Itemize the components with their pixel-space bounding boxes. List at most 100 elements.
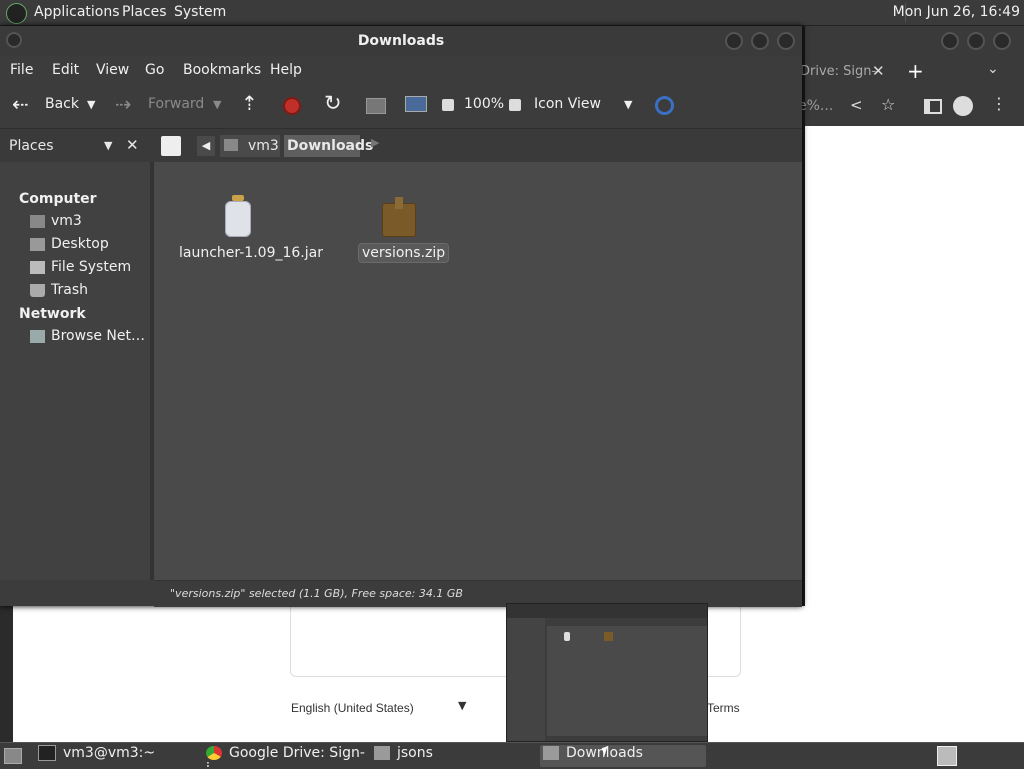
browser-maximize-button[interactable] bbox=[967, 32, 985, 50]
view-mode-select[interactable]: Icon View bbox=[534, 96, 601, 112]
edit-location-icon[interactable] bbox=[161, 136, 181, 156]
reload-icon[interactable]: ↻ bbox=[324, 91, 342, 115]
sidebar-item-vm3[interactable]: vm3 bbox=[30, 213, 82, 233]
menu-edit[interactable]: Edit bbox=[52, 62, 79, 78]
language-selector[interactable]: English (United States) bbox=[291, 701, 414, 715]
zoom-level: 100% bbox=[464, 96, 505, 112]
distro-logo-icon[interactable] bbox=[6, 3, 27, 24]
browser-left-edge bbox=[0, 606, 13, 742]
side-panel-icon[interactable] bbox=[924, 99, 942, 114]
browser-minimize-button[interactable] bbox=[941, 32, 959, 50]
tab-close-icon[interactable]: ✕ bbox=[872, 62, 885, 80]
sidebar-item-trash[interactable]: Trash bbox=[30, 282, 88, 302]
thumbnail-sidebar bbox=[507, 618, 545, 741]
workspace-switcher[interactable] bbox=[937, 746, 957, 766]
terminal-icon bbox=[38, 745, 56, 761]
address-bar-fragment[interactable]: e%... bbox=[798, 98, 833, 114]
stop-icon[interactable] bbox=[283, 97, 301, 115]
sidebar-selector-chevron-down-icon: ▼ bbox=[104, 139, 113, 152]
window-titlebar[interactable]: Downloads bbox=[0, 26, 802, 56]
top-panel: Applications Places System Mon Jun 26, 1… bbox=[0, 0, 1024, 26]
task-browser[interactable]: Google Drive: Sign-i… bbox=[206, 745, 368, 767]
tab-list-chevron-down-icon[interactable]: ⌄ bbox=[987, 61, 999, 77]
task-terminal[interactable]: vm3@vm3:~ bbox=[38, 745, 198, 767]
places-menu[interactable]: Places bbox=[122, 4, 167, 20]
window-menu-icon[interactable] bbox=[6, 32, 22, 48]
window-preview-thumbnail[interactable] bbox=[506, 603, 708, 742]
breadcrumb-right-arrow-icon[interactable]: ▶ bbox=[371, 136, 379, 149]
share-icon[interactable]: < bbox=[850, 96, 863, 114]
forward-history-chevron-down-icon[interactable]: ▼ bbox=[213, 98, 221, 111]
browser-menu-icon[interactable]: ⋮ bbox=[991, 94, 1007, 113]
back-button[interactable]: Back bbox=[45, 96, 79, 112]
menu-go[interactable]: Go bbox=[145, 62, 164, 78]
browser-close-button[interactable] bbox=[993, 32, 1011, 50]
show-desktop-icon[interactable] bbox=[4, 748, 22, 764]
clock[interactable]: Mon Jun 26, 16:49 bbox=[893, 4, 1020, 20]
breadcrumb-label: vm3 bbox=[248, 138, 279, 154]
browser-window: Drive: Sign- ✕ + ⌄ e%... < ☆ ⋮ bbox=[798, 26, 1024, 742]
bookmark-star-icon[interactable]: ☆ bbox=[881, 95, 895, 114]
applications-menu[interactable]: Applications bbox=[34, 4, 120, 20]
thumbnail-toolbar bbox=[507, 604, 707, 618]
menu-bookmarks[interactable]: Bookmarks bbox=[183, 62, 261, 78]
file-view[interactable]: launcher-1.09_16.jar versions.zip bbox=[154, 162, 802, 580]
sidebar-selector[interactable]: Places ▼ ✕ bbox=[6, 135, 146, 157]
breadcrumb-left-arrow-icon[interactable]: ◀ bbox=[197, 136, 215, 156]
file-name: versions.zip bbox=[357, 243, 450, 263]
menu-view[interactable]: View bbox=[96, 62, 129, 78]
sidebar-item-desktop[interactable]: Desktop bbox=[30, 236, 109, 256]
file-manager-window: Downloads File Edit View Go Bookmarks He… bbox=[0, 26, 802, 607]
task-downloads[interactable]: Downloads bbox=[540, 745, 706, 767]
status-text: "versions.zip" selected (1.1 GB), Free s… bbox=[170, 587, 463, 600]
menu-help[interactable]: Help bbox=[270, 62, 302, 78]
sidebar-header-network: Network bbox=[19, 306, 86, 322]
minimize-button[interactable] bbox=[725, 32, 743, 50]
breadcrumb-downloads[interactable]: Downloads bbox=[284, 135, 373, 157]
home-folder-icon[interactable] bbox=[366, 98, 386, 114]
maximize-button[interactable] bbox=[751, 32, 769, 50]
sidebar-item-file-system[interactable]: File System bbox=[30, 259, 131, 279]
close-button[interactable] bbox=[777, 32, 795, 50]
search-icon[interactable] bbox=[655, 96, 674, 115]
places-sidebar: Computer vm3 Desktop File System Trash N… bbox=[0, 162, 154, 580]
browser-tab-title[interactable]: Drive: Sign- bbox=[800, 64, 876, 79]
toolbar: ⇠ Back ▼ ⇢ Forward ▼ ⇡ ↻ 100% Icon View … bbox=[0, 84, 802, 128]
file-item-selected[interactable]: versions.zip bbox=[357, 197, 450, 263]
file-item[interactable]: launcher-1.09_16.jar bbox=[176, 195, 323, 261]
task-label: Google Drive: Sign-i… bbox=[206, 745, 365, 767]
jar-icon bbox=[223, 195, 253, 239]
home-folder-icon bbox=[224, 139, 238, 151]
view-mode-chevron-down-icon[interactable]: ▼ bbox=[624, 98, 632, 111]
forward-button[interactable]: Forward bbox=[148, 96, 204, 112]
zoom-out-icon[interactable] bbox=[442, 99, 454, 111]
up-arrow-icon[interactable]: ⇡ bbox=[241, 91, 258, 115]
task-jsons[interactable]: jsons bbox=[374, 745, 534, 767]
thumbnail-archive-icon bbox=[604, 632, 613, 641]
profile-avatar-icon[interactable] bbox=[953, 96, 973, 116]
file-name: launcher-1.09_16.jar bbox=[179, 245, 323, 261]
computer-icon[interactable] bbox=[405, 96, 427, 112]
sidebar-item-browse-network[interactable]: Browse Net… bbox=[30, 328, 145, 348]
task-label: jsons bbox=[397, 745, 433, 761]
terms-link[interactable]: Terms bbox=[707, 701, 740, 715]
language-dropdown-icon[interactable]: ▼ bbox=[458, 699, 466, 712]
breadcrumb-vm3[interactable]: vm3 bbox=[220, 135, 280, 157]
breadcrumb-label: Downloads bbox=[287, 138, 374, 154]
location-bar: Places ▼ ✕ ◀ vm3 Downloads ▶ bbox=[0, 128, 802, 163]
close-sidebar-icon[interactable]: ✕ bbox=[126, 136, 139, 154]
folder-icon bbox=[374, 746, 390, 760]
browser-header: Drive: Sign- ✕ + ⌄ e%... < ☆ ⋮ bbox=[798, 26, 1024, 126]
forward-arrow-icon[interactable]: ⇢ bbox=[115, 92, 132, 116]
sidebar-header-computer: Computer bbox=[19, 191, 97, 207]
back-arrow-icon[interactable]: ⇠ bbox=[12, 92, 29, 116]
trash-icon bbox=[30, 283, 45, 297]
zoom-in-icon[interactable] bbox=[509, 99, 521, 111]
system-menu[interactable]: System bbox=[174, 4, 226, 20]
back-history-chevron-down-icon[interactable]: ▼ bbox=[87, 98, 95, 111]
home-folder-icon bbox=[30, 214, 45, 228]
menu-file[interactable]: File bbox=[10, 62, 33, 78]
new-tab-plus-icon[interactable]: + bbox=[907, 59, 924, 83]
network-icon bbox=[30, 329, 45, 343]
drive-icon bbox=[30, 260, 45, 274]
